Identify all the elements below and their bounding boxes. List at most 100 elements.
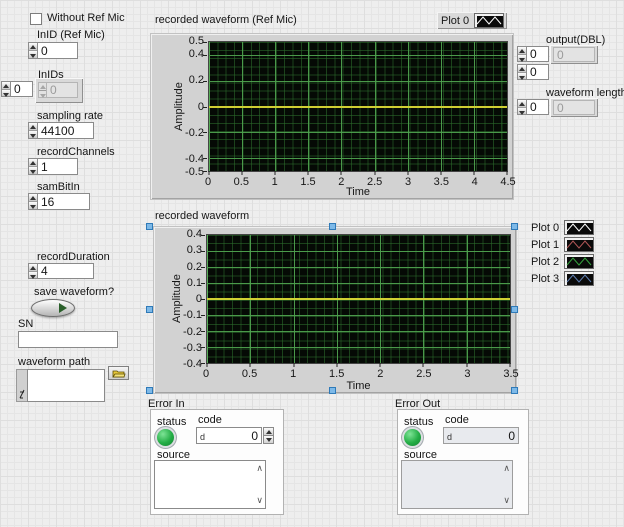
plot-trace — [209, 106, 507, 108]
graph-title-ref-mic: recorded waveform (Ref Mic) — [155, 14, 297, 26]
inids-index-control[interactable]: 0 — [1, 81, 33, 97]
gridline — [207, 315, 510, 316]
y-tick-mark — [201, 331, 205, 332]
increment-decrement-icon[interactable] — [28, 263, 38, 279]
waveform-graph-ref-mic[interactable]: Amplitude 0.50.40.20-0.2-0.4-0.5 00.511.… — [150, 33, 514, 200]
increment-decrement-icon[interactable] — [28, 158, 38, 175]
inids-element-control[interactable]: 0 — [38, 82, 78, 98]
increment-decrement-icon[interactable] — [28, 42, 38, 59]
waveform-graph[interactable]: Amplitude 0.40.30.20.10-0.1-0.2-0.3-0.4 … — [153, 226, 517, 394]
browse-button[interactable] — [108, 366, 129, 380]
legend-plot-name[interactable]: Plot 2 — [531, 256, 559, 268]
y-tick-label: 0.4 — [189, 48, 204, 60]
output-dbl-index-row[interactable]: 0 — [527, 46, 549, 62]
error-in-status-label: status — [157, 416, 186, 428]
selection-handle[interactable] — [146, 387, 153, 394]
without-ref-mic-checkbox[interactable] — [30, 13, 42, 25]
selection-handle[interactable] — [329, 387, 336, 394]
inid-ref-mic-value[interactable]: 0 — [38, 42, 78, 59]
y-tick-label: -0.2 — [185, 127, 204, 139]
graph-legend[interactable]: Plot 0 Plot 1 Plot 2 Plot 3 — [531, 221, 593, 285]
save-waveform-button[interactable] — [31, 299, 75, 317]
x-tick-label: 2.5 — [416, 368, 431, 380]
y-tick-mark — [201, 251, 205, 252]
record-duration-label: recordDuration — [37, 251, 110, 263]
x-axis-label: Time — [206, 380, 511, 392]
selection-handle[interactable] — [146, 223, 153, 230]
gridline — [207, 331, 510, 332]
sampling-rate-value[interactable]: 44100 — [38, 122, 94, 139]
scroll-down-icon[interactable]: ∨ — [503, 496, 510, 505]
gridline — [207, 283, 510, 284]
error-in-code-spinner[interactable] — [263, 427, 274, 444]
increment-decrement-icon[interactable] — [517, 46, 527, 62]
waveform-length-index-control[interactable]: 0 — [517, 99, 549, 115]
waveform-length-index[interactable]: 0 — [527, 99, 549, 115]
legend-plot-swatch-icon[interactable] — [565, 255, 593, 268]
sn-input[interactable] — [18, 331, 118, 348]
sn-label: SN — [18, 318, 33, 330]
path-symbol-icon — [19, 389, 26, 399]
increment-decrement-icon — [38, 82, 47, 98]
record-duration-value[interactable]: 4 — [38, 263, 94, 279]
error-in-source-field[interactable]: ∧ ∨ — [154, 460, 266, 509]
error-out-source-field: ∧ ∨ — [401, 460, 513, 509]
increment-decrement-icon[interactable] — [517, 99, 527, 115]
selection-handle[interactable] — [146, 306, 153, 313]
output-dbl-index-col-control[interactable]: 0 — [517, 64, 549, 80]
sam-bit-in-value[interactable]: 16 — [38, 193, 90, 210]
inid-ref-mic-control[interactable]: 0 — [28, 42, 78, 59]
y-tick-mark — [203, 81, 207, 82]
gridline — [209, 55, 507, 56]
error-in-code-field[interactable]: d 0 — [196, 427, 262, 444]
y-tick-mark — [201, 363, 205, 364]
increment-decrement-icon[interactable] — [517, 64, 527, 80]
scroll-up-icon[interactable]: ∧ — [256, 464, 263, 473]
record-channels-control[interactable]: 1 — [28, 158, 78, 175]
record-duration-control[interactable]: 4 — [28, 263, 94, 279]
y-axis-ticks: 0.50.40.20-0.2-0.4-0.5 — [170, 41, 206, 172]
error-in-code-value[interactable]: 0 — [251, 429, 258, 443]
inids-array-frame: 0 — [35, 78, 83, 103]
increment-decrement-icon[interactable] — [28, 193, 38, 210]
waveform-path-input[interactable] — [27, 369, 105, 402]
graph-legend-ref-mic[interactable]: Plot 0 — [437, 12, 507, 29]
increment-decrement-icon[interactable] — [28, 122, 38, 139]
selection-handle[interactable] — [511, 223, 518, 230]
y-tick-label: 0.2 — [189, 74, 204, 86]
scroll-up-icon[interactable]: ∧ — [503, 464, 510, 473]
error-in-status-led[interactable] — [157, 429, 174, 446]
sampling-rate-label: sampling rate — [37, 110, 103, 122]
y-tick-mark — [201, 283, 205, 284]
sam-bit-in-control[interactable]: 16 — [28, 193, 90, 210]
inids-index-value[interactable]: 0 — [11, 81, 33, 97]
legend-plot-swatch-icon[interactable] — [565, 221, 593, 234]
increment-decrement-icon[interactable] — [1, 81, 11, 97]
gridline — [209, 81, 507, 82]
legend-plot-swatch-icon[interactable] — [565, 272, 593, 285]
y-tick-mark — [201, 267, 205, 268]
error-out-code-value: 0 — [508, 429, 515, 443]
output-dbl-array-frame: 0 — [550, 45, 598, 64]
legend-plot-swatch-icon[interactable] — [565, 238, 593, 251]
plot-area[interactable] — [208, 41, 508, 172]
x-tick-label: 0.5 — [242, 368, 257, 380]
error-out-status-led — [404, 429, 421, 446]
selection-handle[interactable] — [329, 223, 336, 230]
legend-plot-name[interactable]: Plot 0 — [531, 222, 559, 234]
scroll-down-icon[interactable]: ∨ — [256, 496, 263, 505]
plot-area[interactable] — [206, 234, 511, 364]
legend-plot-name[interactable]: Plot 1 — [531, 239, 559, 251]
output-dbl-index-col[interactable]: 0 — [527, 64, 549, 80]
selection-handle[interactable] — [511, 306, 518, 313]
inids-element-value[interactable]: 0 — [47, 82, 78, 98]
y-tick-mark — [203, 42, 207, 43]
y-tick-mark — [201, 315, 205, 316]
legend-plot-name[interactable]: Plot 0 — [441, 15, 469, 27]
selection-handle[interactable] — [511, 387, 518, 394]
legend-plot-name[interactable]: Plot 3 — [531, 273, 559, 285]
legend-plot-swatch-icon[interactable] — [475, 14, 503, 27]
record-channels-value[interactable]: 1 — [38, 158, 78, 175]
sampling-rate-control[interactable]: 44100 — [28, 122, 94, 139]
output-dbl-index-row-control[interactable]: 0 — [517, 46, 549, 62]
